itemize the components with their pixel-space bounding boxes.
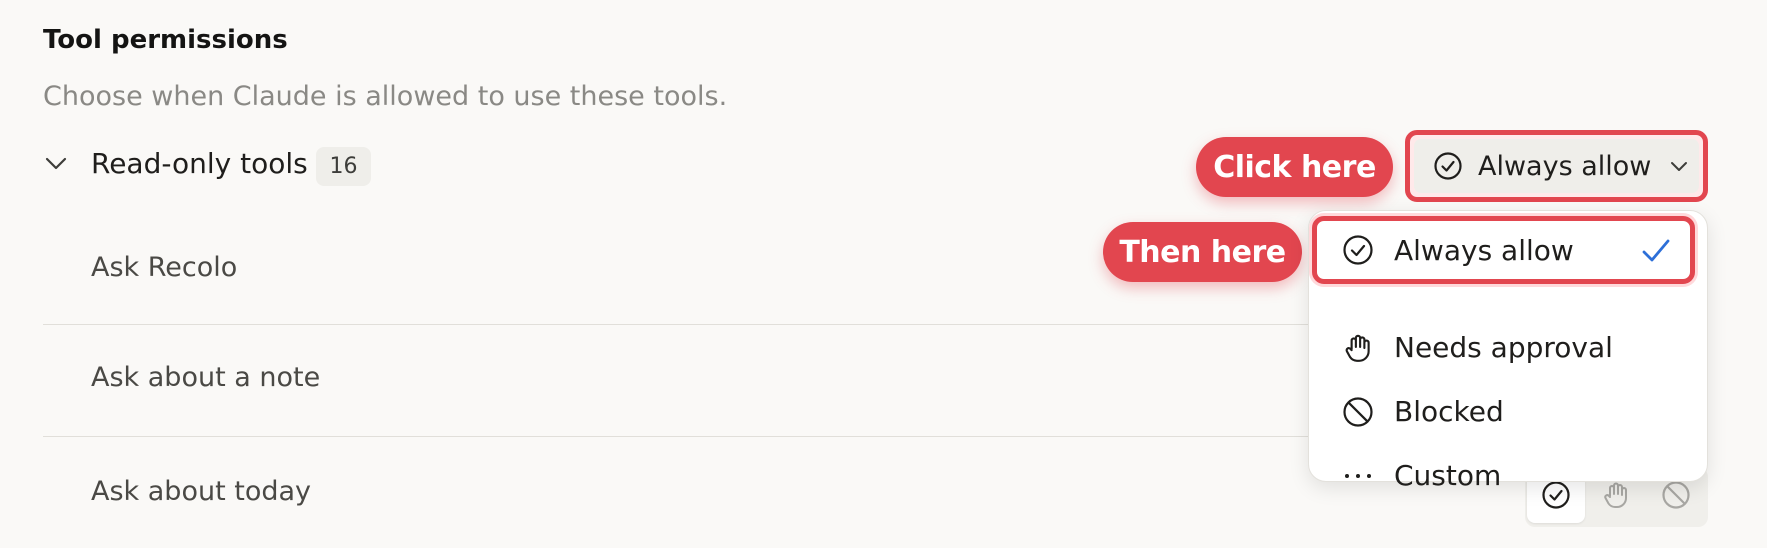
chevron-down-icon bbox=[1667, 154, 1691, 178]
tool-label: Ask Recolo bbox=[91, 252, 238, 283]
blocked-icon bbox=[1341, 395, 1375, 429]
permission-menu: Always allow Needs approval Blocked Cust… bbox=[1308, 210, 1709, 492]
group-label[interactable]: Read-only tools bbox=[91, 147, 308, 180]
menu-item-label: Custom bbox=[1394, 458, 1502, 492]
menu-item-needs-approval[interactable]: Needs approval bbox=[1309, 315, 1709, 379]
menu-item-blocked[interactable]: Blocked bbox=[1309, 379, 1709, 443]
page-subtitle: Choose when Claude is allowed to use the… bbox=[43, 81, 728, 112]
check-circle-icon bbox=[1432, 150, 1464, 182]
menu-item-label: Always allow bbox=[1394, 233, 1574, 267]
count-badge: 16 bbox=[316, 147, 371, 186]
permission-dropdown[interactable]: Always allow bbox=[1405, 130, 1708, 202]
tool-label: Ask about today bbox=[91, 476, 312, 507]
page-title: Tool permissions bbox=[43, 25, 288, 55]
menu-item-label: Needs approval bbox=[1394, 330, 1613, 364]
menu-item-custom[interactable]: Custom bbox=[1309, 443, 1709, 507]
tool-label: Ask about a note bbox=[91, 362, 321, 393]
hand-icon bbox=[1341, 331, 1375, 365]
chevron-down-icon[interactable] bbox=[42, 150, 70, 178]
menu-item-always-allow[interactable]: Always allow bbox=[1312, 216, 1695, 284]
dropdown-selected-label: Always allow bbox=[1478, 150, 1652, 182]
menu-item-label: Blocked bbox=[1394, 394, 1504, 428]
checkmark-icon bbox=[1640, 235, 1672, 267]
callout-then-here: Then here bbox=[1103, 222, 1302, 282]
callout-click-here: Click here bbox=[1196, 137, 1393, 197]
more-horizontal-icon bbox=[1341, 459, 1375, 493]
check-circle-icon bbox=[1341, 233, 1375, 267]
